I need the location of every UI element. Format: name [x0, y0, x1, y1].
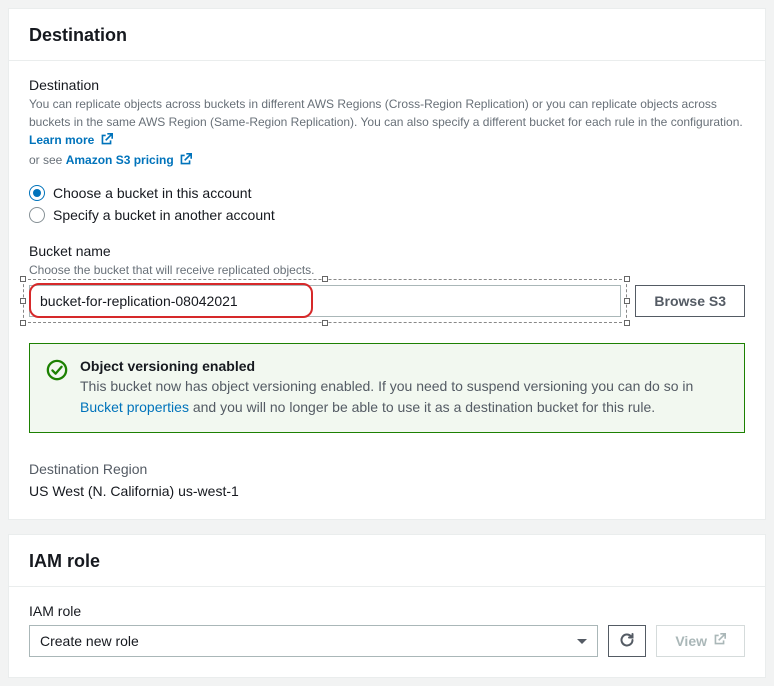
alert-text: This bucket now has object versioning en…: [80, 376, 728, 418]
destination-header: Destination: [9, 9, 765, 61]
bucket-name-label: Bucket name: [29, 243, 745, 259]
iam-role-header: IAM role: [9, 535, 765, 587]
iam-role-title: IAM role: [29, 551, 745, 572]
destination-body: Destination You can replicate objects ac…: [9, 61, 765, 519]
radio-icon: [29, 207, 45, 223]
bucket-properties-link[interactable]: Bucket properties: [80, 399, 189, 415]
view-button[interactable]: View: [656, 625, 745, 657]
iam-role-panel: IAM role IAM role Create new role View: [8, 534, 766, 678]
external-link-icon: [713, 633, 726, 649]
external-link-icon: [100, 133, 113, 151]
destination-field-label: Destination: [29, 77, 745, 93]
iam-role-body: IAM role Create new role View: [9, 587, 765, 677]
radio-other-account[interactable]: Specify a bucket in another account: [29, 207, 745, 223]
learn-more-link[interactable]: Learn more: [29, 133, 113, 147]
bucket-name-input[interactable]: [29, 285, 621, 317]
destination-region-value: US West (N. California) us-west-1: [29, 483, 745, 499]
browse-s3-button[interactable]: Browse S3: [635, 285, 745, 317]
destination-region-label: Destination Region: [29, 461, 745, 477]
bucket-location-radio-group: Choose a bucket in this account Specify …: [29, 185, 745, 223]
versioning-alert: Object versioning enabled This bucket no…: [29, 343, 745, 433]
destination-help-text-2: or see: [29, 153, 66, 167]
radio-icon: [29, 185, 45, 201]
external-link-icon: [179, 153, 192, 171]
alert-content: Object versioning enabled This bucket no…: [80, 358, 728, 418]
destination-region-section: Destination Region US West (N. Californi…: [29, 461, 745, 499]
pricing-link[interactable]: Amazon S3 pricing: [66, 153, 192, 167]
radio-label: Specify a bucket in another account: [53, 207, 275, 223]
refresh-button[interactable]: [608, 625, 646, 657]
iam-role-select[interactable]: Create new role: [29, 625, 598, 657]
bucket-name-highlight: [29, 285, 621, 317]
bucket-name-section: Bucket name Choose the bucket that will …: [29, 243, 745, 317]
destination-help: You can replicate objects across buckets…: [29, 95, 745, 171]
iam-role-select-value: Create new role: [40, 633, 139, 649]
alert-title: Object versioning enabled: [80, 358, 728, 374]
iam-role-label: IAM role: [29, 603, 745, 619]
radio-label: Choose a bucket in this account: [53, 185, 251, 201]
destination-help-text: You can replicate objects across buckets…: [29, 97, 743, 129]
refresh-icon: [619, 632, 635, 651]
bucket-name-help: Choose the bucket that will receive repl…: [29, 261, 745, 279]
chevron-down-icon: [577, 639, 587, 644]
destination-panel: Destination Destination You can replicat…: [8, 8, 766, 520]
destination-title: Destination: [29, 25, 745, 46]
success-check-icon: [46, 359, 68, 418]
radio-this-account[interactable]: Choose a bucket in this account: [29, 185, 745, 201]
